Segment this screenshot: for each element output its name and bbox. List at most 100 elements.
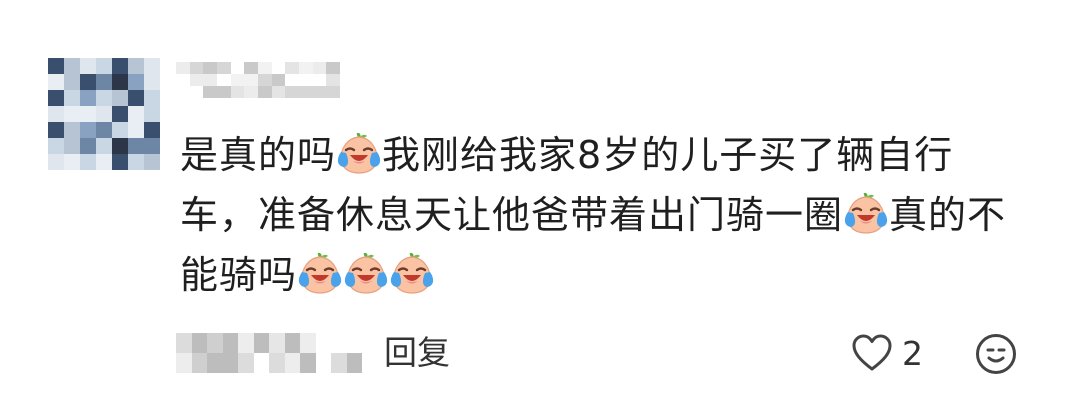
mosaic-block: [326, 74, 340, 86]
mosaic-block: [64, 90, 80, 106]
mosaic-block: [269, 353, 285, 373]
mosaic-block: [80, 138, 96, 154]
mosaic-block: [285, 74, 299, 86]
mosaic-block: [176, 353, 192, 373]
comment-text-segment: 车，准备休息天让他爸带着出门骑一圈: [180, 193, 844, 237]
mosaic-block: [144, 90, 160, 106]
mosaic-block: [96, 90, 112, 106]
mosaic-block: [96, 122, 112, 138]
mosaic-block: [64, 154, 80, 170]
mosaic-block: [300, 333, 316, 353]
mosaic-block: [144, 122, 160, 138]
mosaic-block: [176, 86, 190, 98]
mosaic-block: [191, 353, 207, 373]
mosaic-block: [64, 138, 80, 154]
mosaic-block: [300, 353, 316, 373]
like-button[interactable]: 2: [852, 330, 923, 376]
mosaic-block: [217, 86, 231, 98]
mosaic-block: [48, 122, 64, 138]
mosaic-block: [244, 86, 258, 98]
mosaic-block: [128, 154, 144, 170]
mosaic-block: [312, 74, 327, 86]
mosaic-block: [176, 62, 190, 74]
mosaic-block: [203, 62, 217, 74]
mosaic-block: [326, 86, 340, 98]
crying-laughing-emoji: [337, 132, 381, 174]
crying-laughing-emoji: [390, 252, 434, 294]
mosaic-block: [312, 62, 327, 74]
mosaic-block: [253, 333, 269, 353]
username-blurred[interactable]: [176, 62, 340, 98]
mosaic-block: [80, 74, 96, 90]
like-count: 2: [902, 333, 923, 373]
heart-outline-icon: [852, 334, 892, 371]
mosaic-block: [64, 58, 80, 74]
comment-meta-blurred: [176, 333, 362, 373]
mosaic-block: [299, 74, 313, 86]
mosaic-block: [258, 86, 272, 98]
crying-laughing-emoji: [844, 192, 888, 234]
mosaic-block: [176, 333, 192, 353]
mosaic-block: [128, 138, 144, 154]
mosaic-block: [207, 353, 223, 373]
mosaic-block: [222, 333, 238, 353]
mosaic-block: [258, 62, 272, 74]
mosaic-block: [144, 58, 160, 74]
mosaic-block: [48, 90, 64, 106]
comment-text-segment: 真的不: [889, 193, 1007, 237]
mosaic-block: [271, 62, 286, 74]
smiley-face-icon[interactable]: [974, 332, 1018, 376]
mosaic-block: [285, 86, 299, 98]
mosaic-block: [128, 106, 144, 122]
reply-button[interactable]: 回复: [384, 330, 450, 376]
mosaic-block: [80, 90, 96, 106]
avatar[interactable]: [48, 58, 160, 170]
comment-line: 是真的吗 我刚给我家8岁的儿子买了辆自行: [180, 125, 1060, 185]
mosaic-block: [48, 138, 64, 154]
mosaic-block: [326, 62, 340, 74]
mosaic-block: [189, 74, 204, 86]
mosaic-block: [96, 106, 112, 122]
mosaic-block: [230, 86, 245, 98]
mosaic-block: [80, 58, 96, 74]
mosaic-block: [244, 62, 258, 74]
mosaic-block: [176, 74, 190, 86]
comment-line: 能骑吗: [180, 245, 1060, 305]
comment-text-segment: 能骑吗: [180, 253, 298, 297]
crying-laughing-emoji: [298, 252, 342, 294]
mosaic-block: [222, 353, 238, 373]
mosaic-block: [191, 333, 207, 353]
mosaic-block: [203, 86, 217, 98]
mosaic-block: [112, 106, 128, 122]
mosaic-block: [230, 74, 245, 86]
mosaic-block: [112, 74, 128, 90]
mosaic-block: [284, 333, 300, 353]
mosaic-block: [315, 353, 331, 373]
mosaic-block: [112, 90, 128, 106]
mosaic-block: [299, 86, 313, 98]
mosaic-block: [80, 122, 96, 138]
mosaic-block: [64, 106, 80, 122]
mosaic-block: [312, 86, 327, 98]
mosaic-block: [144, 74, 160, 90]
mosaic-block: [64, 122, 80, 138]
mosaic-block: [230, 62, 245, 74]
mosaic-block: [128, 90, 144, 106]
mosaic-block: [284, 353, 300, 373]
mosaic-block: [96, 74, 112, 90]
comment-text-segment: 我刚给我家8岁的儿子买了辆自行: [382, 133, 954, 177]
mosaic-block: [258, 74, 272, 86]
mosaic-block: [299, 62, 313, 74]
mosaic-block: [48, 106, 64, 122]
mosaic-block: [144, 106, 160, 122]
mosaic-block: [217, 74, 231, 86]
mosaic-block: [48, 154, 64, 170]
mosaic-block: [112, 138, 128, 154]
mosaic-block: [271, 86, 286, 98]
mosaic-block: [346, 353, 362, 373]
mosaic-block: [144, 138, 160, 154]
comment-text: 是真的吗 我刚给我家8岁的儿子买了辆自行车，准备休息天让他爸带着出门骑一圈 真的…: [180, 125, 1060, 305]
crying-laughing-emoji: [344, 252, 388, 294]
mosaic-block: [112, 122, 128, 138]
mosaic-block: [80, 106, 96, 122]
